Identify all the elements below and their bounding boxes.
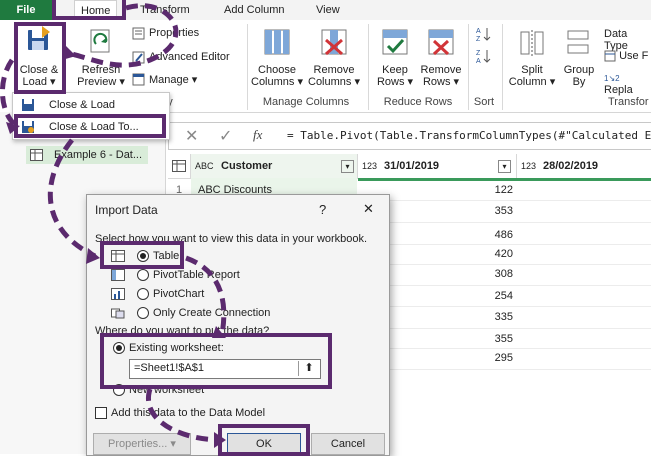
arrowhead-icon [214,432,226,448]
arrow-table-to-existing [185,255,227,335]
arrow-close-load-to-menu [0,58,16,126]
arrow-existing-to-ok [145,388,223,443]
arrow-home-to-close-load [71,3,179,68]
tutorial-arrows [0,3,227,448]
arrowhead-icon [86,248,100,264]
arrow-menu-to-table [47,138,97,259]
